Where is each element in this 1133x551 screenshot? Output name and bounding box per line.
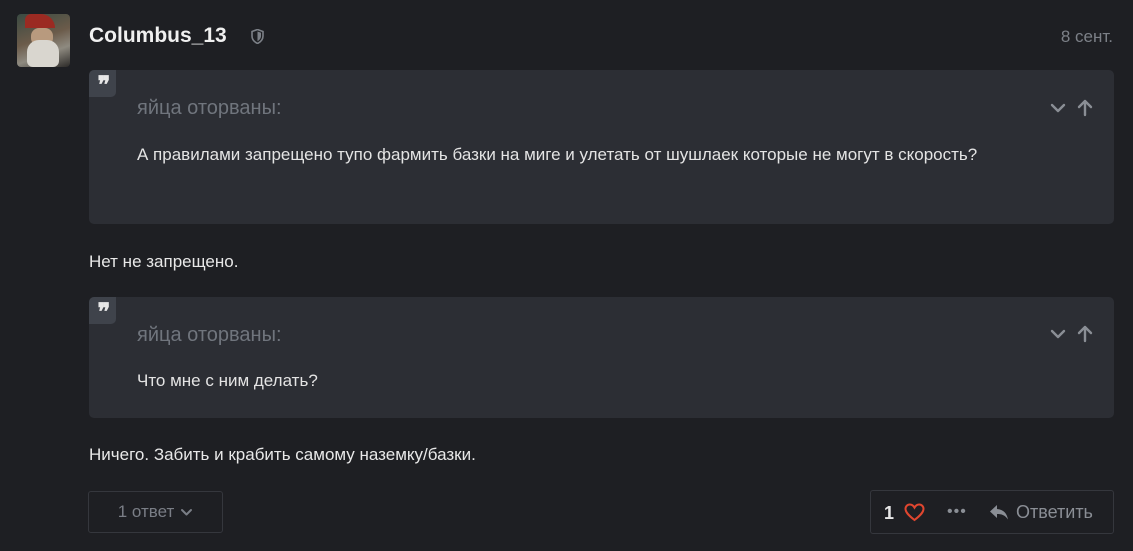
more-options-button[interactable]: ••• bbox=[947, 503, 967, 521]
quote-author[interactable]: яйца оторваны: bbox=[137, 324, 282, 347]
quote-block: ❞ яйца оторваны: Что мне с ним делать? bbox=[89, 297, 1114, 418]
post-paragraph: Нет не запрещено. bbox=[89, 252, 239, 271]
replies-label: 1 ответ bbox=[117, 502, 175, 521]
reply-button[interactable]: Ответить bbox=[1016, 502, 1093, 523]
show-replies-button[interactable]: 1 ответ bbox=[88, 491, 223, 533]
avatar[interactable] bbox=[17, 14, 70, 67]
like-count[interactable]: 1 bbox=[884, 503, 894, 524]
post-author[interactable]: Columbus_13 bbox=[89, 24, 227, 48]
avatar-hat bbox=[25, 14, 55, 28]
quote-text: А правилами запрещено тупо фармить базки… bbox=[137, 145, 978, 164]
quote-controls bbox=[1049, 99, 1094, 117]
post-actions: 1 ••• Ответить bbox=[870, 490, 1114, 534]
quote-author[interactable]: яйца оторваны: bbox=[137, 97, 282, 120]
reply-icon[interactable] bbox=[989, 504, 1009, 521]
quote-block: ❞ яйца оторваны: А правилами запрещено т… bbox=[89, 70, 1114, 224]
post-date[interactable]: 8 сент. bbox=[1061, 27, 1113, 47]
arrow-up-icon[interactable] bbox=[1076, 325, 1094, 343]
quote-icon: ❞ bbox=[89, 70, 116, 99]
chevron-down-icon[interactable] bbox=[1049, 325, 1067, 343]
heart-icon[interactable] bbox=[904, 503, 925, 522]
chevron-down-icon[interactable] bbox=[1049, 99, 1067, 117]
quote-text: Что мне с ним делать? bbox=[137, 371, 318, 390]
chevron-down-icon bbox=[181, 508, 193, 515]
post-paragraph: Ничего. Забить и крабить самому наземку/… bbox=[89, 445, 476, 464]
avatar-beard bbox=[27, 40, 59, 67]
quote-icon: ❞ bbox=[89, 297, 116, 326]
shield-icon bbox=[251, 29, 264, 44]
quote-controls bbox=[1049, 325, 1094, 343]
arrow-up-icon[interactable] bbox=[1076, 99, 1094, 117]
